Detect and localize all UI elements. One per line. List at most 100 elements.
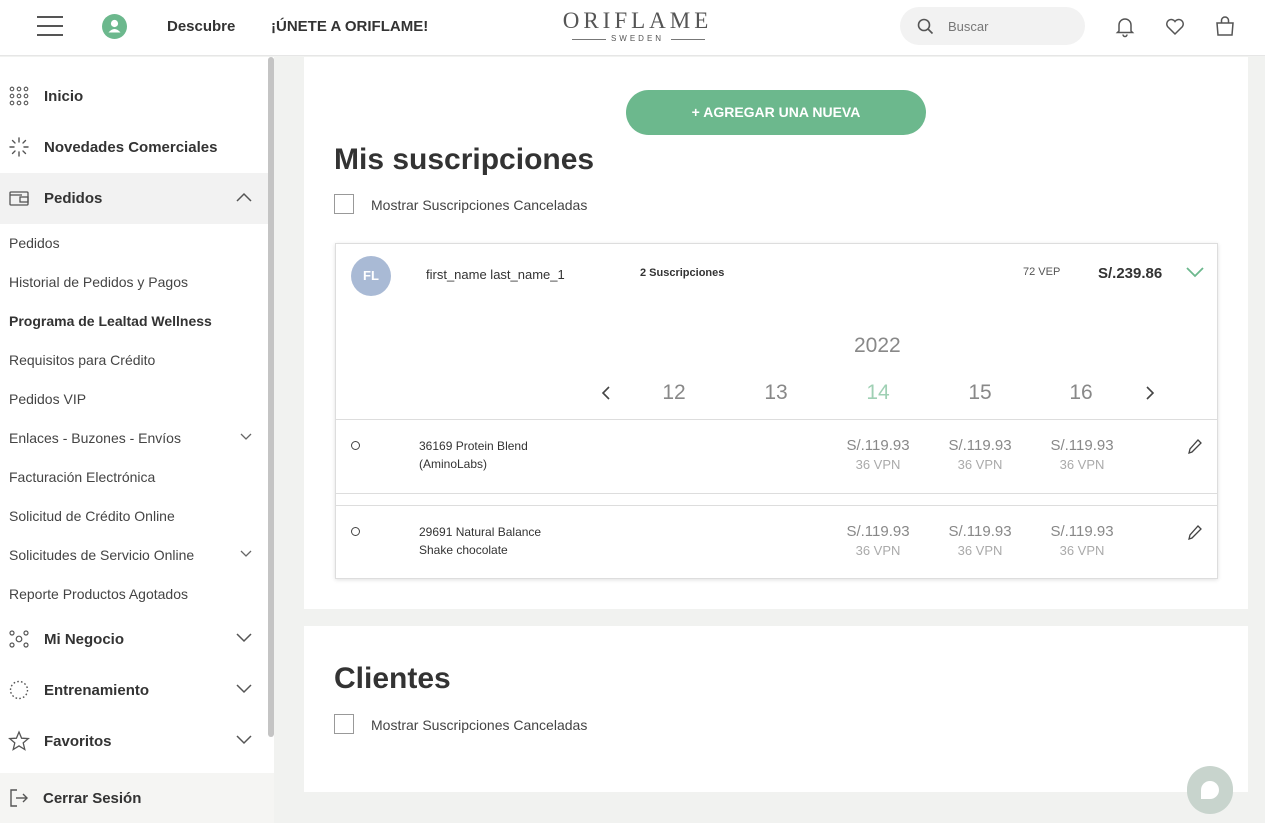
day-15[interactable]: 15: [960, 381, 1000, 405]
price-cell: S/.119.93 36 VPN: [1037, 437, 1127, 475]
dotted-circle-icon: [9, 680, 29, 700]
clients-title: Clientes: [334, 662, 451, 695]
vpn: 36 VPN: [957, 543, 1003, 558]
sparkle-icon: [9, 137, 29, 157]
product-line: Shake chocolate: [419, 543, 508, 557]
product-line: (AminoLabs): [419, 457, 488, 471]
sidebar-item-label: Entrenamiento: [44, 682, 150, 699]
menu-icon[interactable]: [37, 16, 63, 36]
product-line: 29691 Natural Balance: [419, 525, 542, 539]
customer-subscription-panel: FL first_name last_name_1 2 Suscripcione…: [335, 243, 1218, 579]
show-cancelled-checkbox[interactable]: [334, 194, 354, 214]
sidebar-item-label: Inicio: [44, 88, 84, 105]
product-name: 29691 Natural Balance Shake chocolate: [419, 523, 569, 559]
sidebar-item-label: Novedades Comerciales: [44, 139, 218, 156]
sidebar-item-label: Favoritos: [44, 733, 112, 750]
submenu-programa-lealtad[interactable]: Programa de Lealtad Wellness: [9, 313, 212, 329]
chat-bubble-icon: [1201, 781, 1219, 799]
day-14[interactable]: 14: [858, 381, 898, 405]
row-select-radio[interactable]: [351, 441, 360, 450]
submenu-pedidos[interactable]: Pedidos: [9, 235, 60, 251]
logout-icon: [10, 789, 28, 807]
user-account-icon[interactable]: [102, 14, 127, 39]
heart-icon[interactable]: [1163, 14, 1187, 38]
oriflame-logo[interactable]: ORIFLAME SWEDEN: [560, 9, 715, 44]
search-placeholder: Buscar: [948, 19, 989, 34]
customer-name: first_name last_name_1: [426, 267, 565, 282]
price: S/.119.93: [948, 437, 1012, 454]
logout-label: Cerrar Sesión: [43, 790, 142, 807]
chevron-down-icon[interactable]: [240, 433, 252, 441]
search-icon: [917, 18, 934, 35]
subscriptions-title: Mis suscripciones: [334, 143, 595, 176]
pencil-icon[interactable]: [1186, 438, 1202, 456]
day-13[interactable]: 13: [756, 381, 796, 405]
submenu-pedidos-vip[interactable]: Pedidos VIP: [9, 391, 86, 407]
star-icon: [8, 730, 30, 751]
prev-arrow-icon[interactable]: [600, 385, 612, 401]
subscription-count: 2 Suscripciones: [640, 267, 725, 279]
sidebar: Inicio Novedades Comerciales Pedidos Ped…: [0, 57, 274, 823]
vpn: 36 VPN: [1059, 457, 1105, 472]
shopping-bag-icon[interactable]: [1213, 14, 1237, 38]
submenu-solicitudes-servicio[interactable]: Solicitudes de Servicio Online: [9, 547, 194, 563]
sidebar-item-novedades[interactable]: Novedades Comerciales: [0, 122, 268, 173]
clients-show-cancelled-label: Mostrar Suscripciones Canceladas: [371, 717, 588, 733]
price-cell: S/.119.93 36 VPN: [935, 437, 1025, 475]
add-subscription-button[interactable]: + AGREGAR UNA NUEVA: [626, 90, 926, 135]
logout-button[interactable]: Cerrar Sesión: [0, 773, 274, 823]
sidebar-item-label: Pedidos: [44, 190, 103, 207]
submenu-enlaces[interactable]: Enlaces - Buzones - Envíos: [9, 430, 181, 446]
vpn: 36 VPN: [855, 543, 901, 558]
nav-join-link[interactable]: ¡ÚNETE A ORIFLAME!: [271, 18, 428, 35]
product-line: 36169 Protein Blend: [419, 439, 528, 453]
price-cell: S/.119.93 36 VPN: [1037, 523, 1127, 561]
submenu-facturacion[interactable]: Facturación Electrónica: [9, 469, 155, 485]
search-input[interactable]: Buscar: [900, 7, 1085, 45]
chevron-up-icon: [236, 192, 252, 202]
vpn: 36 VPN: [957, 457, 1003, 472]
price-cell: S/.119.93 36 VPN: [935, 523, 1025, 561]
submenu-requisitos-credito[interactable]: Requisitos para Crédito: [9, 352, 155, 368]
submenu-solicitud-credito[interactable]: Solicitud de Crédito Online: [9, 508, 175, 524]
table-row: 36169 Protein Blend (AminoLabs) S/.119.9…: [336, 420, 1217, 494]
chevron-down-icon[interactable]: [240, 550, 252, 558]
divider: [336, 493, 1217, 494]
vpn: 36 VPN: [1059, 543, 1105, 558]
sidebar-item-favoritos[interactable]: Favoritos: [0, 716, 268, 767]
chevron-down-icon: [236, 633, 252, 643]
day-16[interactable]: 16: [1061, 381, 1101, 405]
price: S/.119.93: [846, 523, 910, 540]
submenu-historial[interactable]: Historial de Pedidos y Pagos: [9, 274, 188, 290]
chat-button[interactable]: [1187, 766, 1233, 814]
sidebar-item-inicio[interactable]: Inicio: [0, 71, 268, 122]
top-header: Descubre ¡ÚNETE A ORIFLAME! ORIFLAME SWE…: [0, 0, 1265, 56]
sidebar-item-entrenamiento[interactable]: Entrenamiento: [0, 665, 268, 716]
chevron-down-icon[interactable]: [1186, 266, 1204, 278]
sidebar-item-mi-negocio[interactable]: Mi Negocio: [0, 614, 268, 665]
price: S/.119.93: [948, 523, 1012, 540]
wallet-icon: [9, 191, 29, 206]
submenu-reporte-agotados[interactable]: Reporte Productos Agotados: [9, 586, 188, 602]
nav-descubre-link[interactable]: Descubre: [167, 18, 235, 35]
show-cancelled-label: Mostrar Suscripciones Canceladas: [371, 197, 588, 213]
product-name: 36169 Protein Blend (AminoLabs): [419, 437, 569, 473]
calendar-year: 2022: [854, 334, 901, 357]
clients-show-cancelled-checkbox[interactable]: [334, 714, 354, 734]
price-cell: S/.119.93 36 VPN: [833, 437, 923, 475]
network-icon: [9, 630, 29, 648]
table-row: 29691 Natural Balance Shake chocolate S/…: [336, 506, 1217, 580]
price: S/.119.93: [1050, 437, 1114, 454]
sidebar-item-pedidos[interactable]: Pedidos: [0, 173, 268, 224]
next-arrow-icon[interactable]: [1144, 385, 1156, 401]
pencil-icon[interactable]: [1186, 524, 1202, 542]
vep-value: 72 VEP: [1023, 266, 1061, 278]
sidebar-scrollbar[interactable]: [268, 57, 274, 737]
total-price: S/.239.86: [1098, 265, 1163, 282]
row-select-radio[interactable]: [351, 527, 360, 536]
day-12[interactable]: 12: [654, 381, 694, 405]
bell-icon[interactable]: [1113, 14, 1137, 38]
chevron-down-icon: [236, 735, 252, 745]
subscriptions-card: + AGREGAR UNA NUEVA Mis suscripciones Mo…: [304, 57, 1248, 609]
clients-card: Clientes Mostrar Suscripciones Cancelada…: [304, 626, 1248, 792]
